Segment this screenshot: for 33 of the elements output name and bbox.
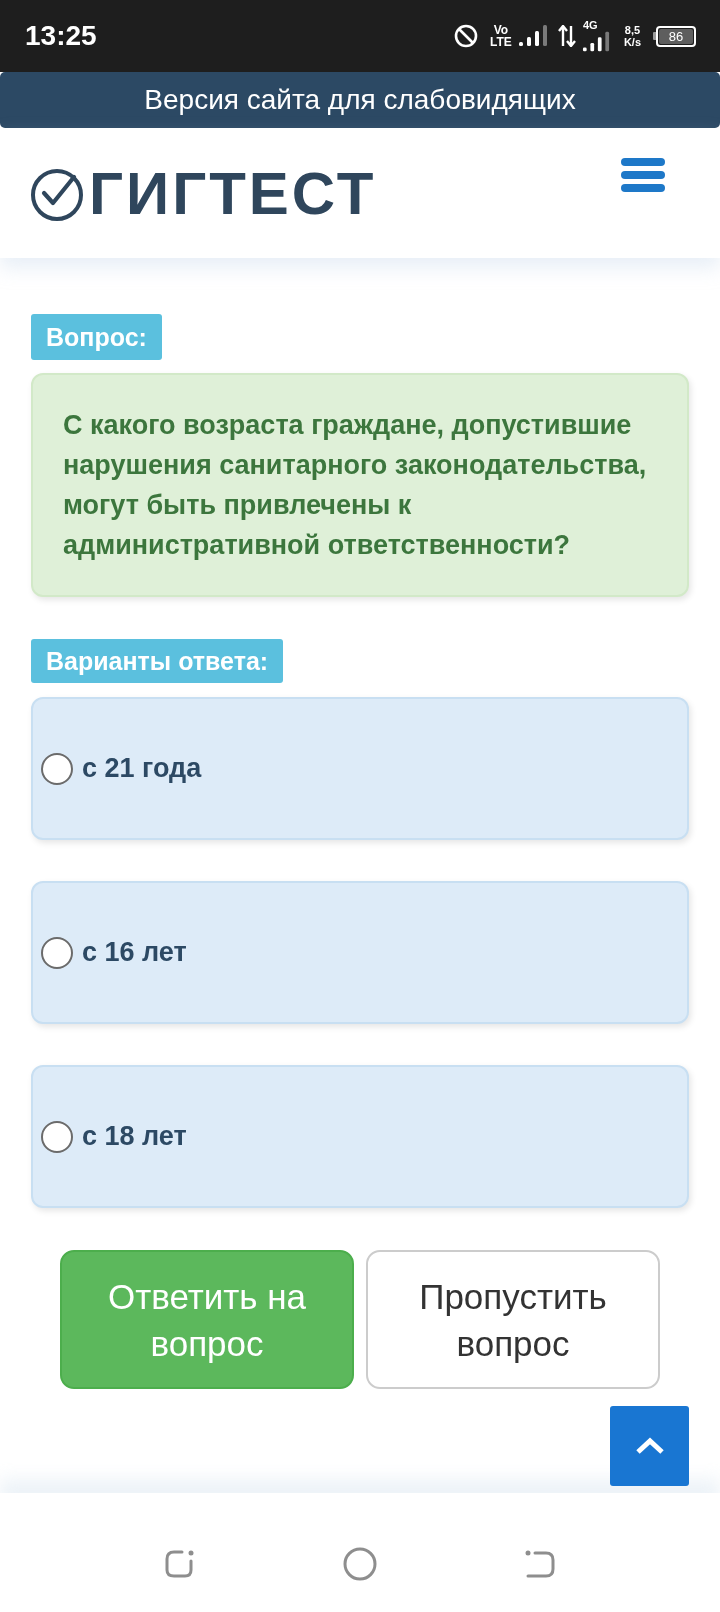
answer-option[interactable]: с 18 лет (31, 1065, 689, 1208)
radio-button[interactable] (41, 936, 73, 969)
answer-option[interactable]: с 21 года (31, 697, 689, 840)
recent-apps-icon[interactable] (164, 1548, 196, 1579)
answer-label: с 18 лет (82, 1123, 187, 1150)
signal-icon (517, 25, 548, 47)
do-not-disturb-icon (454, 24, 479, 48)
logo-text: ГИГТЕСТ (89, 164, 377, 224)
answer-label: с 16 лет (82, 939, 187, 966)
accessibility-version-button[interactable]: Версия сайта для слабовидящих (0, 72, 720, 128)
lte-label: LTE (490, 36, 512, 48)
radio-button[interactable] (41, 1120, 73, 1153)
scroll-to-top-button[interactable] (610, 1406, 689, 1486)
skip-question-button[interactable]: Пропустить вопрос (366, 1250, 660, 1389)
question-heading: Вопрос: (31, 314, 162, 360)
answers-heading: Варианты ответа: (31, 639, 284, 683)
chevron-up-icon (634, 1437, 665, 1455)
check-circle-icon (30, 167, 84, 221)
radio-button[interactable] (41, 752, 73, 785)
network-type-label: 4G (582, 19, 598, 31)
answer-option[interactable]: с 16 лет (31, 881, 689, 1024)
answer-label: с 21 года (82, 755, 202, 782)
speed-unit: K/s (623, 36, 641, 48)
menu-icon[interactable] (621, 158, 665, 192)
status-time: 13:25 (25, 22, 97, 50)
question-text: С какого возраста граждане, допустившие нарушения санитарного законодательства, могут быть привлечены к административной ответственности? (63, 409, 648, 562)
battery-indicator: 86 (653, 25, 696, 47)
home-icon[interactable] (343, 1546, 377, 1581)
data-transfer-icon (557, 25, 576, 47)
vo-label: Vo (493, 24, 509, 36)
back-icon[interactable] (524, 1548, 556, 1579)
speed-value: 8,5 (624, 24, 641, 36)
signal-icon (581, 30, 610, 53)
